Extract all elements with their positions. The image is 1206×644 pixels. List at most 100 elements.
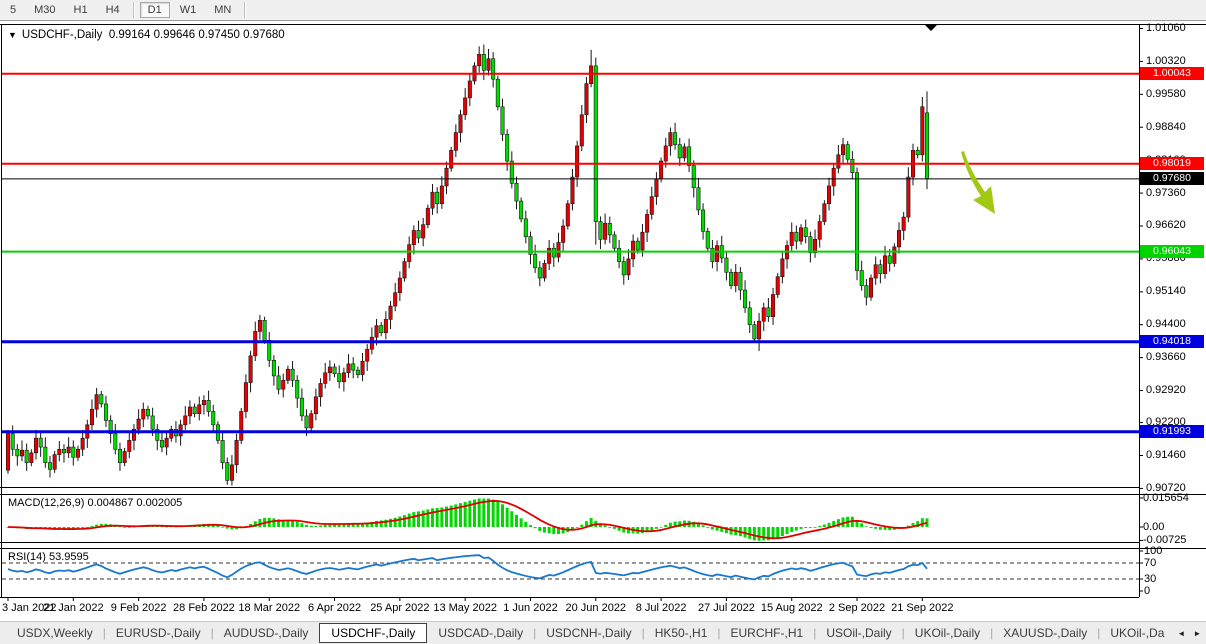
macd-histogram-bar — [604, 525, 607, 527]
tab-usdchf-daily[interactable]: USDCHF-,Daily — [319, 623, 427, 643]
chart-title: ▼USDCHF-,Daily 0.99164 0.99646 0.97450 0… — [8, 29, 285, 41]
down-arrow-annotation[interactable] — [961, 151, 995, 214]
date-axis-label: 20 Jun 2022 — [566, 602, 627, 614]
bull-candle — [142, 409, 145, 419]
bull-candle — [454, 133, 457, 151]
date-axis-label: 21 Sep 2022 — [891, 602, 953, 614]
macd-histogram-bar — [879, 527, 882, 530]
tab-eurchf-h1[interactable]: EURCHF-,H1 — [722, 624, 813, 642]
bull-candle — [449, 150, 452, 168]
bear-candle — [11, 434, 14, 450]
bear-candle — [538, 268, 541, 278]
rsi-indicator — [2, 555, 1139, 579]
bear-candle — [160, 440, 163, 447]
bull-candle — [123, 452, 126, 463]
bull-candle — [366, 349, 369, 361]
price-axis-tick: 0.93660 — [1146, 351, 1186, 363]
tab-usdx-weekly[interactable]: USDX,Weekly — [8, 624, 102, 642]
tab-scroll-right-icon[interactable]: ► — [1189, 629, 1205, 638]
bull-candle — [487, 59, 490, 71]
bear-candle — [118, 449, 121, 462]
bear-candle — [435, 192, 438, 204]
bull-candle — [244, 383, 247, 412]
tab-usdcad-daily[interactable]: USDCAD-,Daily — [429, 624, 532, 642]
bear-candle — [305, 416, 308, 428]
bull-candle — [897, 230, 900, 246]
tab-xauusd-daily[interactable]: XAUUSD-,Daily — [994, 624, 1096, 642]
macd-histogram-bar — [422, 510, 425, 527]
tab-ukoil-daily[interactable]: UKOil-,Daily — [906, 624, 989, 642]
bull-candle — [375, 326, 378, 338]
bull-candle — [883, 256, 886, 274]
macd-axis-tick: 0.00 — [1143, 521, 1164, 533]
chart-canvas[interactable] — [0, 0, 1206, 644]
bull-candle — [641, 232, 644, 250]
tab-scroll-left-icon[interactable]: ◄ — [1173, 629, 1189, 638]
tab-hk50-h1[interactable]: HK50-,H1 — [646, 624, 717, 642]
bull-candle — [6, 434, 9, 470]
chart-ohlc-values: 0.99164 0.99646 0.97450 0.97680 — [109, 29, 285, 41]
tab-eurusd-daily[interactable]: EURUSD-,Daily — [107, 624, 210, 642]
macd-histogram-bar — [776, 527, 779, 538]
macd-histogram-bar — [786, 527, 789, 534]
date-axis-label: 15 Aug 2022 — [761, 602, 823, 614]
bear-candle — [692, 165, 695, 187]
chart-shift-marker[interactable] — [925, 25, 937, 31]
date-axis-label: 1 Jun 2022 — [503, 602, 557, 614]
macd-histogram-bar — [408, 514, 411, 527]
bear-candle — [25, 450, 28, 462]
bear-candle — [104, 404, 107, 420]
tab-usdcnh-daily[interactable]: USDCNH-,Daily — [537, 624, 640, 642]
macd-histogram-bar — [874, 527, 877, 529]
bull-candle — [818, 222, 821, 240]
bull-candle — [561, 226, 564, 242]
bear-candle — [678, 145, 681, 158]
bull-candle — [776, 277, 779, 295]
bull-candle — [403, 262, 406, 278]
macd-histogram-bar — [506, 508, 509, 527]
bear-candle — [417, 230, 420, 238]
bull-candle — [258, 320, 261, 331]
chart-symbol-label: USDCHF-,Daily — [22, 29, 103, 41]
rsi-label: RSI(14) 53.9595 — [8, 551, 89, 563]
macd-axis-tick: 0.015654 — [1143, 492, 1189, 504]
bull-candle — [921, 107, 924, 155]
bull-candle — [664, 146, 667, 161]
bear-candle — [501, 107, 504, 135]
macd-histogram-bar — [291, 521, 294, 527]
bear-candle — [338, 374, 341, 382]
macd-histogram-bar — [515, 515, 518, 527]
tab-ukoil-da[interactable]: UKOil-,Da — [1101, 624, 1173, 642]
macd-histogram-bar — [543, 527, 546, 533]
bear-candle — [100, 395, 103, 404]
price-axis-tick: 0.98840 — [1146, 121, 1186, 133]
macd-histogram-bar — [753, 527, 756, 540]
bull-candle — [655, 179, 658, 197]
price-axis-tick: 0.96620 — [1146, 219, 1186, 231]
bear-candle — [613, 235, 616, 248]
bear-candle — [846, 145, 849, 160]
bull-candle — [319, 383, 322, 396]
tab-usoil-daily[interactable]: USOil-,Daily — [817, 624, 900, 642]
bear-candle — [48, 463, 51, 470]
bear-candle — [114, 434, 117, 450]
chart-tab-bar: USDX,Weekly|EURUSD-,Daily|AUDUSD-,DailyU… — [0, 621, 1206, 644]
bear-candle — [39, 438, 42, 447]
macd-histogram-bar — [781, 527, 784, 536]
bull-candle — [459, 115, 462, 133]
bull-candle — [393, 293, 396, 306]
macd-histogram-bar — [860, 523, 863, 527]
bear-candle — [916, 150, 919, 154]
bear-candle — [767, 308, 770, 317]
tab-audusd-daily[interactable]: AUDUSD-,Daily — [215, 624, 318, 642]
price-axis-tick: 1.00320 — [1146, 55, 1186, 67]
candles — [6, 45, 928, 486]
bull-candle — [128, 440, 131, 451]
bull-candle — [571, 177, 574, 204]
bull-candle — [421, 225, 424, 238]
bear-candle — [277, 376, 280, 389]
bull-candle — [314, 397, 317, 414]
bear-candle — [725, 258, 728, 272]
macd-histogram-bar — [702, 525, 705, 527]
price-axis-tick: 0.95140 — [1146, 285, 1186, 297]
